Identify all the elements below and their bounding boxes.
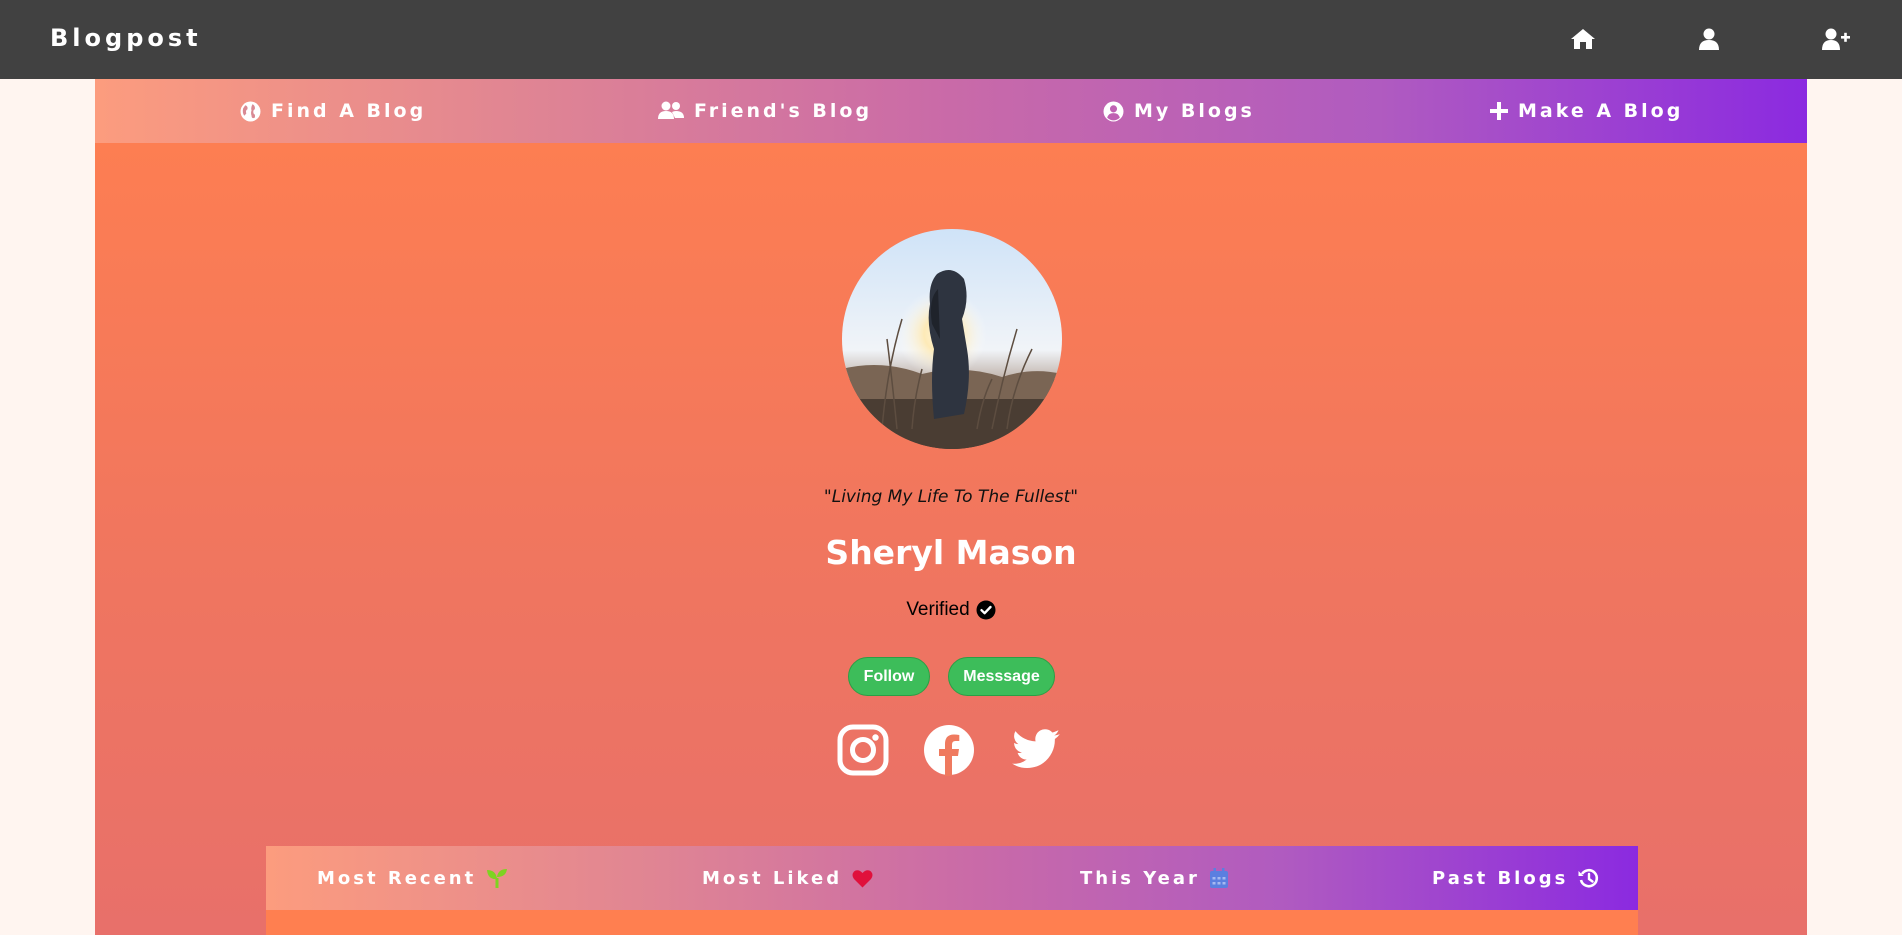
message-button[interactable]: Messsage [948,657,1055,696]
instagram-icon[interactable] [837,724,889,776]
follow-button[interactable]: Follow [848,657,930,696]
tab-most-liked-label: Most Liked [702,867,843,889]
check-circle-icon [976,600,996,620]
tab-most-recent[interactable]: Most Recent [317,846,508,910]
nav-find-a-blog-label: Find A Blog [271,100,427,122]
top-navbar: Blogpost [0,0,1902,79]
tab-most-liked[interactable]: Most Liked [702,846,873,910]
user-icon[interactable] [1693,24,1725,54]
main-content: Find A Blog Friend's Blog My Blogs Make … [95,79,1807,935]
nav-my-blogs[interactable]: My Blogs [1103,79,1255,143]
nav-my-blogs-label: My Blogs [1134,100,1255,122]
verified-label: Verified [906,599,970,620]
tab-most-recent-label: Most Recent [317,867,477,889]
blog-subnav: Find A Blog Friend's Blog My Blogs Make … [95,79,1807,143]
heart-icon [852,869,873,887]
twitter-icon[interactable] [1010,724,1062,776]
blog-list-area [266,910,1638,935]
home-icon[interactable] [1567,24,1599,54]
nav-find-a-blog[interactable]: Find A Blog [240,79,426,143]
tab-this-year[interactable]: This Year [1080,846,1228,910]
tab-past-blogs-label: Past Blogs [1432,867,1569,889]
nav-friends-blog[interactable]: Friend's Blog [658,79,872,143]
user-circle-icon [1103,101,1124,121]
profile-name: Sheryl Mason [825,533,1077,572]
globe-icon [240,101,261,121]
users-icon [658,101,684,119]
brand-logo[interactable]: Blogpost [50,24,202,52]
tab-this-year-label: This Year [1080,867,1200,889]
seedling-icon [487,869,508,888]
profile-avatar [842,229,1062,449]
nav-make-a-blog-label: Make A Blog [1518,100,1684,122]
plus-icon [1490,102,1508,120]
profile-quote: "Living My Life To The Fullest" [823,487,1079,507]
nav-make-a-blog[interactable]: Make A Blog [1490,79,1683,143]
user-plus-icon[interactable] [1820,24,1852,54]
nav-friends-blog-label: Friend's Blog [694,100,873,122]
facebook-icon[interactable] [923,724,975,776]
blog-filter-tabs: Most Recent Most Liked This Year Past Bl… [266,846,1638,910]
tab-past-blogs[interactable]: Past Blogs [1432,846,1599,910]
verified-status: Verified [95,599,1807,621]
calendar-icon [1209,868,1228,888]
history-icon [1578,868,1599,887]
